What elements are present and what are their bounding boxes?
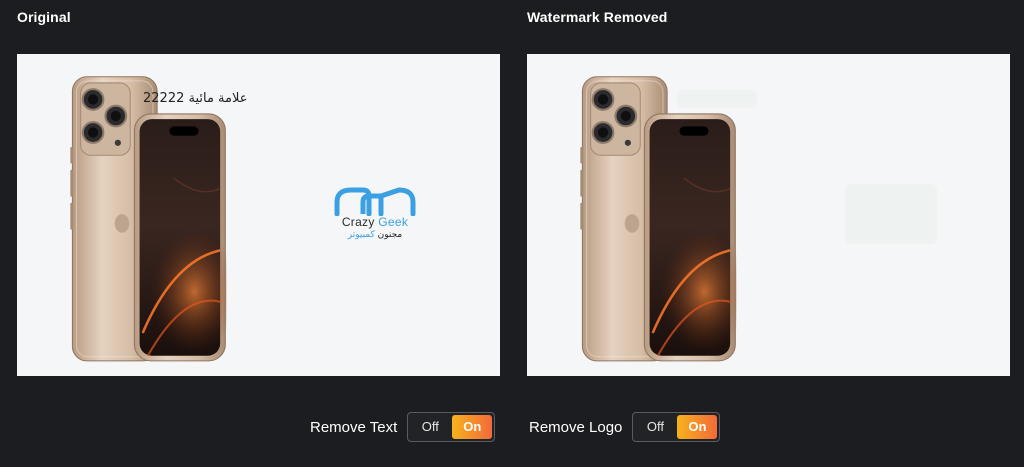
iphone-product-image [69,75,227,363]
iphone-product-image-clean [579,75,737,363]
remove-text-toggle[interactable]: Off On [407,412,496,442]
remove-text-off-button[interactable]: Off [410,415,450,439]
logo-sub-main: مجنون [374,230,403,240]
logo-name-main: Crazy [341,215,379,229]
crazy-geek-logo-icon [334,187,416,216]
removed-panel-title: Watermark Removed [527,9,668,25]
remove-text-label: Remove Text [310,418,398,436]
remove-text-on-button[interactable]: On [452,415,493,439]
logo-sub-accent: كمبيوتر [347,230,375,240]
remove-logo-label: Remove Logo [529,418,623,436]
removed-image [527,54,1010,376]
watermark-logo: Crazy Geek مجنون كمبيوتر [325,186,425,240]
remove-logo-toggle[interactable]: Off On [632,412,721,442]
remove-text-control: Remove Text Off On [310,412,496,442]
original-image: علامة مائية 22222 Crazy Geek مجنون كمبيو… [17,54,500,376]
remove-logo-control: Remove Logo Off On [529,412,721,442]
remove-logo-on-button[interactable]: On [677,415,718,439]
logo-name-accent: Geek [378,215,409,229]
inpainted-logo-area [845,184,937,244]
original-panel-title: Original [17,9,71,25]
remove-logo-off-button[interactable]: Off [635,415,675,439]
watermark-text: علامة مائية 22222 [143,91,248,106]
inpainted-text-area [677,90,757,108]
